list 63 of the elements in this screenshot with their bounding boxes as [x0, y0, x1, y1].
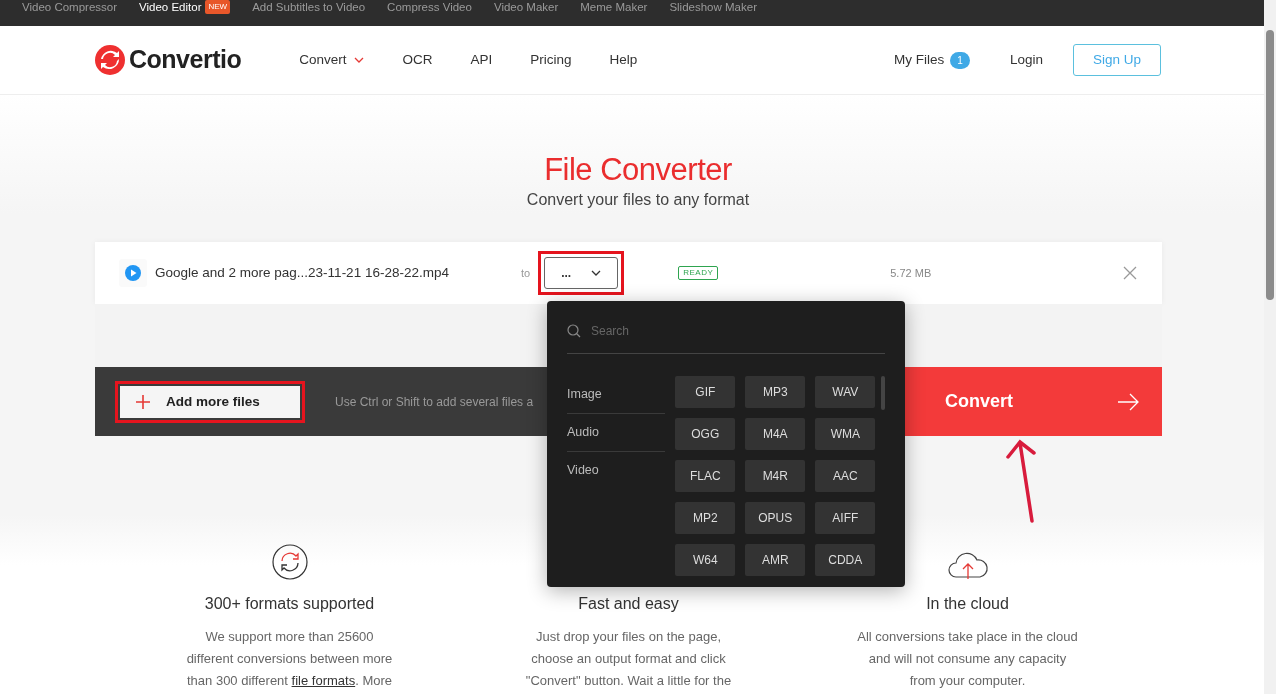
to-label: to	[521, 265, 531, 281]
top-link[interactable]: Video Compressor	[22, 0, 118, 14]
format-option[interactable]: W64	[675, 544, 736, 576]
top-link[interactable]: Slideshow Maker	[669, 0, 757, 14]
format-option[interactable]: FLAC	[675, 460, 736, 492]
nav-link[interactable]: OCR	[402, 49, 433, 71]
format-option[interactable]: OPUS	[745, 502, 806, 534]
plus-icon	[136, 394, 150, 409]
category-item[interactable]: Video	[567, 451, 665, 489]
format-option[interactable]: OGG	[675, 418, 736, 450]
nav-link[interactable]: Pricing	[530, 49, 572, 71]
top-link[interactable]: Meme Maker	[580, 0, 648, 14]
login-link[interactable]: Login	[1009, 49, 1043, 71]
feature-title: 300+ formats supported	[204, 594, 375, 615]
convert-button[interactable]: Convert	[905, 367, 1162, 437]
format-select[interactable]: ...	[544, 257, 619, 290]
search-icon	[567, 324, 581, 338]
format-option[interactable]: CDDA	[815, 544, 876, 576]
format-option[interactable]: WMA	[815, 418, 876, 450]
arrow-right-icon	[1118, 392, 1140, 411]
category-item[interactable]: Audio	[567, 413, 665, 452]
format-option[interactable]: M4R	[745, 460, 806, 492]
file-type-icon	[119, 259, 147, 288]
format-option[interactable]: AAC	[815, 460, 876, 492]
new-badge: NEW	[205, 0, 231, 14]
top-link[interactable]: Add Subtitles to Video	[252, 0, 366, 14]
format-option[interactable]: GIF	[675, 376, 736, 408]
top-link[interactable]: Compress Video	[387, 0, 472, 14]
format-option[interactable]: WAV	[815, 376, 876, 408]
add-files-button[interactable]: Add more files	[120, 385, 300, 418]
search-field[interactable]: Search	[589, 321, 869, 341]
status-badge: READY	[678, 266, 719, 281]
scrollbar[interactable]	[881, 376, 885, 410]
top-link[interactable]: Video Editor	[139, 0, 202, 14]
feature-title: Fast and easy	[578, 594, 679, 615]
feature-description: All conversions take place in the cloud and will not consume any capacity from your computer.	[857, 628, 1078, 691]
feature-description: We support more than 25600 different conversions between more than 300 different file formats. More	[186, 628, 393, 691]
logo-icon	[95, 45, 125, 75]
hint-text: Use Ctrl or Shift to add several files a	[335, 393, 535, 411]
logo-text: Convertio	[129, 44, 242, 76]
nav-link[interactable]: API	[470, 49, 493, 71]
close-icon[interactable]	[1123, 266, 1137, 281]
feature-title: In the cloud	[926, 594, 1009, 615]
nav-link[interactable]: Convert	[299, 49, 365, 71]
top-link[interactable]: Video Maker	[493, 0, 559, 14]
subtitle: Convert your files to any format	[525, 190, 751, 211]
format-option[interactable]: MP2	[675, 502, 736, 534]
my-files-link[interactable]: My Files	[894, 49, 945, 71]
format-option[interactable]: M4A	[745, 418, 806, 450]
page-title: File Converter	[543, 151, 733, 189]
file-size: 5.72 MB	[890, 265, 932, 281]
format-option[interactable]: AIFF	[815, 502, 876, 534]
chevron-down-icon	[591, 270, 602, 277]
format-option[interactable]: AMR	[745, 544, 806, 576]
nav-link[interactable]: Help	[609, 49, 638, 71]
count-badge: 1	[950, 51, 970, 69]
format-option[interactable]: MP3	[745, 376, 806, 408]
category-item[interactable]: Image	[567, 376, 665, 414]
file-name: Google and 2 more pag...23-11-21 16-28-22.mp4	[155, 264, 450, 283]
feature-description: Just drop your files on the page, choose an output format and click "Convert" button. Wait a little for the	[525, 628, 732, 691]
cloud-upload-icon	[946, 550, 989, 581]
refresh-icon	[271, 544, 308, 581]
scrollbar[interactable]	[1264, 0, 1276, 694]
